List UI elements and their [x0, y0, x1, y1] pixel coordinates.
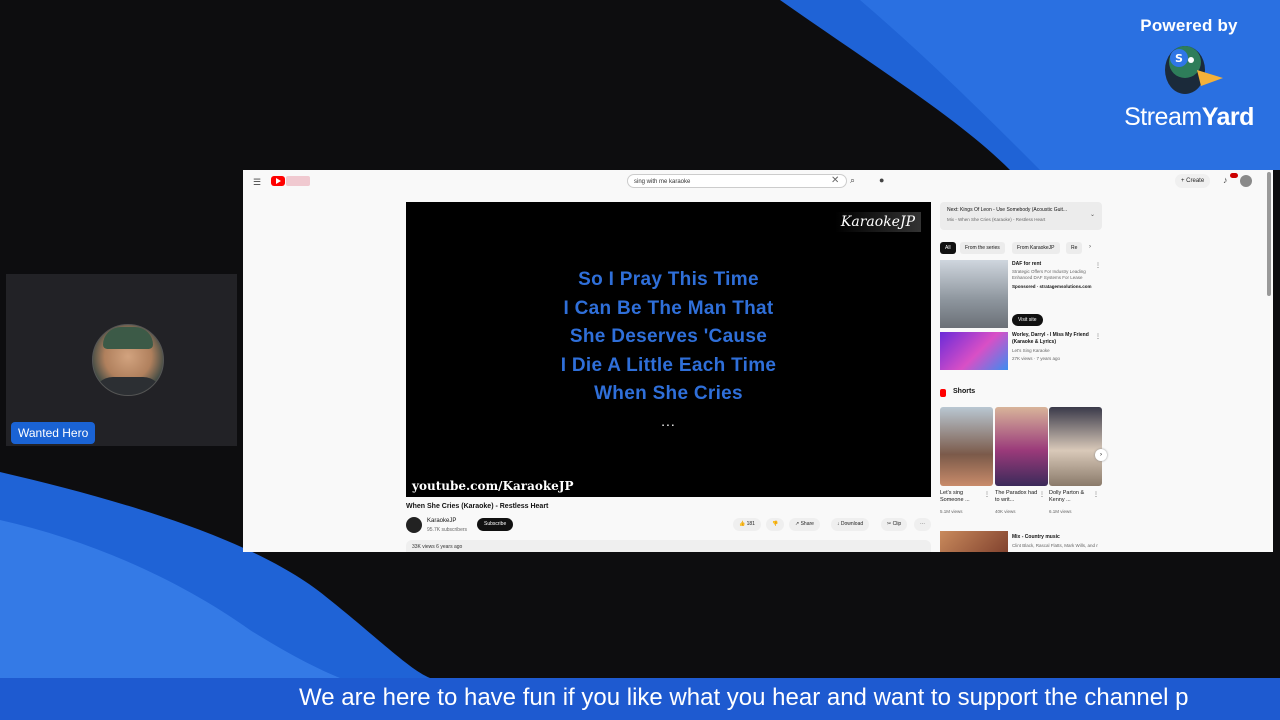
clear-search-icon[interactable]: ✕ — [831, 175, 839, 186]
recommendation-title[interactable]: Worley, Darryl - I Miss My Friend (Karao… — [1012, 332, 1098, 346]
ad-thumbnail[interactable] — [940, 260, 1008, 328]
chip-from-channel[interactable]: From KaraokeJP — [1012, 242, 1060, 254]
lyrics-block: So I Pray This Time I Can Be The Man Tha… — [406, 266, 931, 429]
mix-subtitle: Clint Black, Rascal Flatts, Mark Wills, … — [1012, 543, 1098, 548]
notifications-icon[interactable]: ♪ — [1223, 175, 1228, 185]
recommendation-thumbnail[interactable] — [940, 332, 1008, 370]
ticker-text: We are here to have fun if you like what… — [299, 684, 1189, 711]
create-label: Create — [1186, 178, 1205, 184]
more-vert-icon[interactable]: ⋮ — [1039, 491, 1045, 498]
lyric-line: So I Pray This Time — [578, 269, 759, 290]
chevron-down-icon[interactable]: ⌄ — [1090, 211, 1095, 218]
description-box[interactable] — [406, 540, 931, 552]
mix-title[interactable]: Mix - Country music — [1012, 534, 1060, 540]
short-title[interactable]: Dolly Parton & Kenny ... — [1049, 490, 1093, 504]
subscribe-button[interactable]: Subscribe — [477, 518, 514, 531]
short-thumbnail[interactable] — [940, 407, 993, 486]
channel-avatar[interactable] — [406, 517, 422, 533]
short-views: 6.1M views — [1049, 509, 1072, 514]
up-next-subtitle: Mix - When She Cries (Karaoke) - Restles… — [947, 217, 1046, 222]
ticker-banner: We are here to have fun if you like what… — [0, 678, 1280, 720]
notification-badge — [1230, 173, 1238, 178]
ad-sponsored: Sponsored · stratagemsolutions.com — [1012, 284, 1092, 289]
shorts-heading: Shorts — [953, 388, 976, 395]
chevron-right-icon[interactable]: › — [1089, 244, 1091, 250]
more-actions-button[interactable]: ⋯ — [914, 518, 931, 531]
shirt-shape — [93, 377, 163, 395]
ad-title[interactable]: DAF for rent — [1012, 261, 1041, 267]
like-button[interactable]: 👍 181 — [733, 518, 761, 531]
more-vert-icon[interactable]: ⋮ — [1095, 333, 1101, 340]
lyric-line: She Deserves 'Cause — [569, 326, 768, 347]
dislike-icon: 👎 — [772, 521, 779, 527]
dislike-button[interactable]: 👎 — [766, 518, 785, 531]
lyric-line: When She Cries — [594, 383, 743, 404]
short-views: 5.1M views — [940, 509, 963, 514]
video-meta: 33K views 6 years ago — [412, 544, 463, 550]
video-player[interactable]: KaraokeJP So I Pray This Time I Can Be T… — [406, 202, 931, 497]
streamyard-wordmark: StreamYard — [1114, 103, 1264, 132]
ad-description: Strategic Offers For Industry Leading En… — [1012, 269, 1086, 280]
microphone-icon[interactable]: ● — [879, 175, 884, 185]
visit-site-button[interactable]: Visit site — [1012, 314, 1043, 326]
shorts-icon — [940, 389, 946, 397]
shared-screen-youtube: ☰ sing with me karaoke ✕ ⌕ ● + Create ♪ … — [243, 170, 1273, 552]
like-count: 181 — [746, 521, 755, 527]
short-title[interactable]: The Paradox had to writ... — [995, 490, 1039, 504]
streamyard-branding: Powered by S StreamYard — [1114, 16, 1264, 132]
create-button[interactable]: + Create — [1175, 174, 1211, 188]
scrollbar[interactable] — [1267, 172, 1271, 296]
short-thumbnail[interactable] — [1049, 407, 1102, 486]
share-label: Share — [800, 521, 814, 527]
wordmark-part-1: Stream — [1124, 103, 1202, 131]
search-icon[interactable]: ⌕ — [850, 175, 855, 186]
karaokejp-logo: KaraokeJP — [834, 212, 921, 232]
subscriber-count: 95.7K subscribers — [427, 527, 468, 533]
short-title[interactable]: Let's sing Someone ... — [940, 490, 984, 504]
more-icon: ⋯ — [920, 521, 925, 527]
up-next-title: Next: Kings Of Leon - Use Somebody (Acou… — [947, 207, 1068, 213]
menu-icon[interactable]: ☰ — [253, 177, 261, 188]
channel-name[interactable]: KaraokeJP — [427, 518, 456, 524]
short-views: 40K views — [995, 509, 1016, 514]
like-icon: 👍 — [739, 521, 747, 527]
download-button[interactable]: ↓ Download — [831, 518, 870, 531]
more-vert-icon[interactable]: ⋮ — [1095, 262, 1101, 269]
svg-text:S: S — [1175, 52, 1183, 65]
lyric-dots: ... — [661, 412, 676, 429]
recommendation-channel: Let's Sing Karaoke — [1012, 348, 1050, 353]
youtube-logo-icon[interactable] — [271, 176, 285, 186]
lyric-line: I Die A Little Each Time — [560, 354, 777, 376]
mix-thumbnail[interactable] — [940, 531, 1008, 552]
short-thumbnail[interactable] — [995, 407, 1048, 486]
wordmark-part-2: Yard — [1201, 103, 1255, 131]
more-vert-icon[interactable]: ⋮ — [1093, 491, 1099, 498]
download-label: Download — [840, 521, 864, 527]
doodle-logo-icon — [286, 176, 310, 186]
share-button[interactable]: ↗ Share — [789, 518, 820, 531]
participant-name-tag: Wanted Hero — [11, 422, 96, 444]
chip-all[interactable]: All — [940, 242, 956, 254]
more-vert-icon[interactable]: ⋮ — [984, 491, 990, 498]
search-input[interactable]: sing with me karaoke — [627, 174, 847, 188]
clip-label: Clip — [892, 521, 902, 527]
recommendation-views: 27K views · 7 years ago — [1012, 356, 1061, 361]
cap-shape — [103, 327, 153, 349]
participant-camera-tile — [6, 274, 237, 446]
video-watermark: youtube.com/KaraokeJP — [412, 479, 574, 493]
lyric-line: I Can Be The Man That — [563, 297, 774, 319]
duck-logo-icon: S — [1165, 46, 1223, 94]
shorts-next-arrow-icon[interactable]: › — [1095, 449, 1107, 461]
chip-from-series[interactable]: From the series — [960, 242, 1005, 254]
youtube-header: ☰ sing with me karaoke ✕ ⌕ ● + Create ♪ — [243, 170, 1273, 192]
powered-by-label: Powered by — [1140, 16, 1238, 35]
clip-button[interactable]: ✂ Clip — [881, 518, 908, 531]
video-title: When She Cries (Karaoke) - Restless Hear… — [406, 503, 549, 510]
profile-avatar[interactable] — [1240, 175, 1252, 187]
participant-avatar — [92, 324, 164, 396]
chip-more[interactable]: Re — [1066, 242, 1083, 254]
